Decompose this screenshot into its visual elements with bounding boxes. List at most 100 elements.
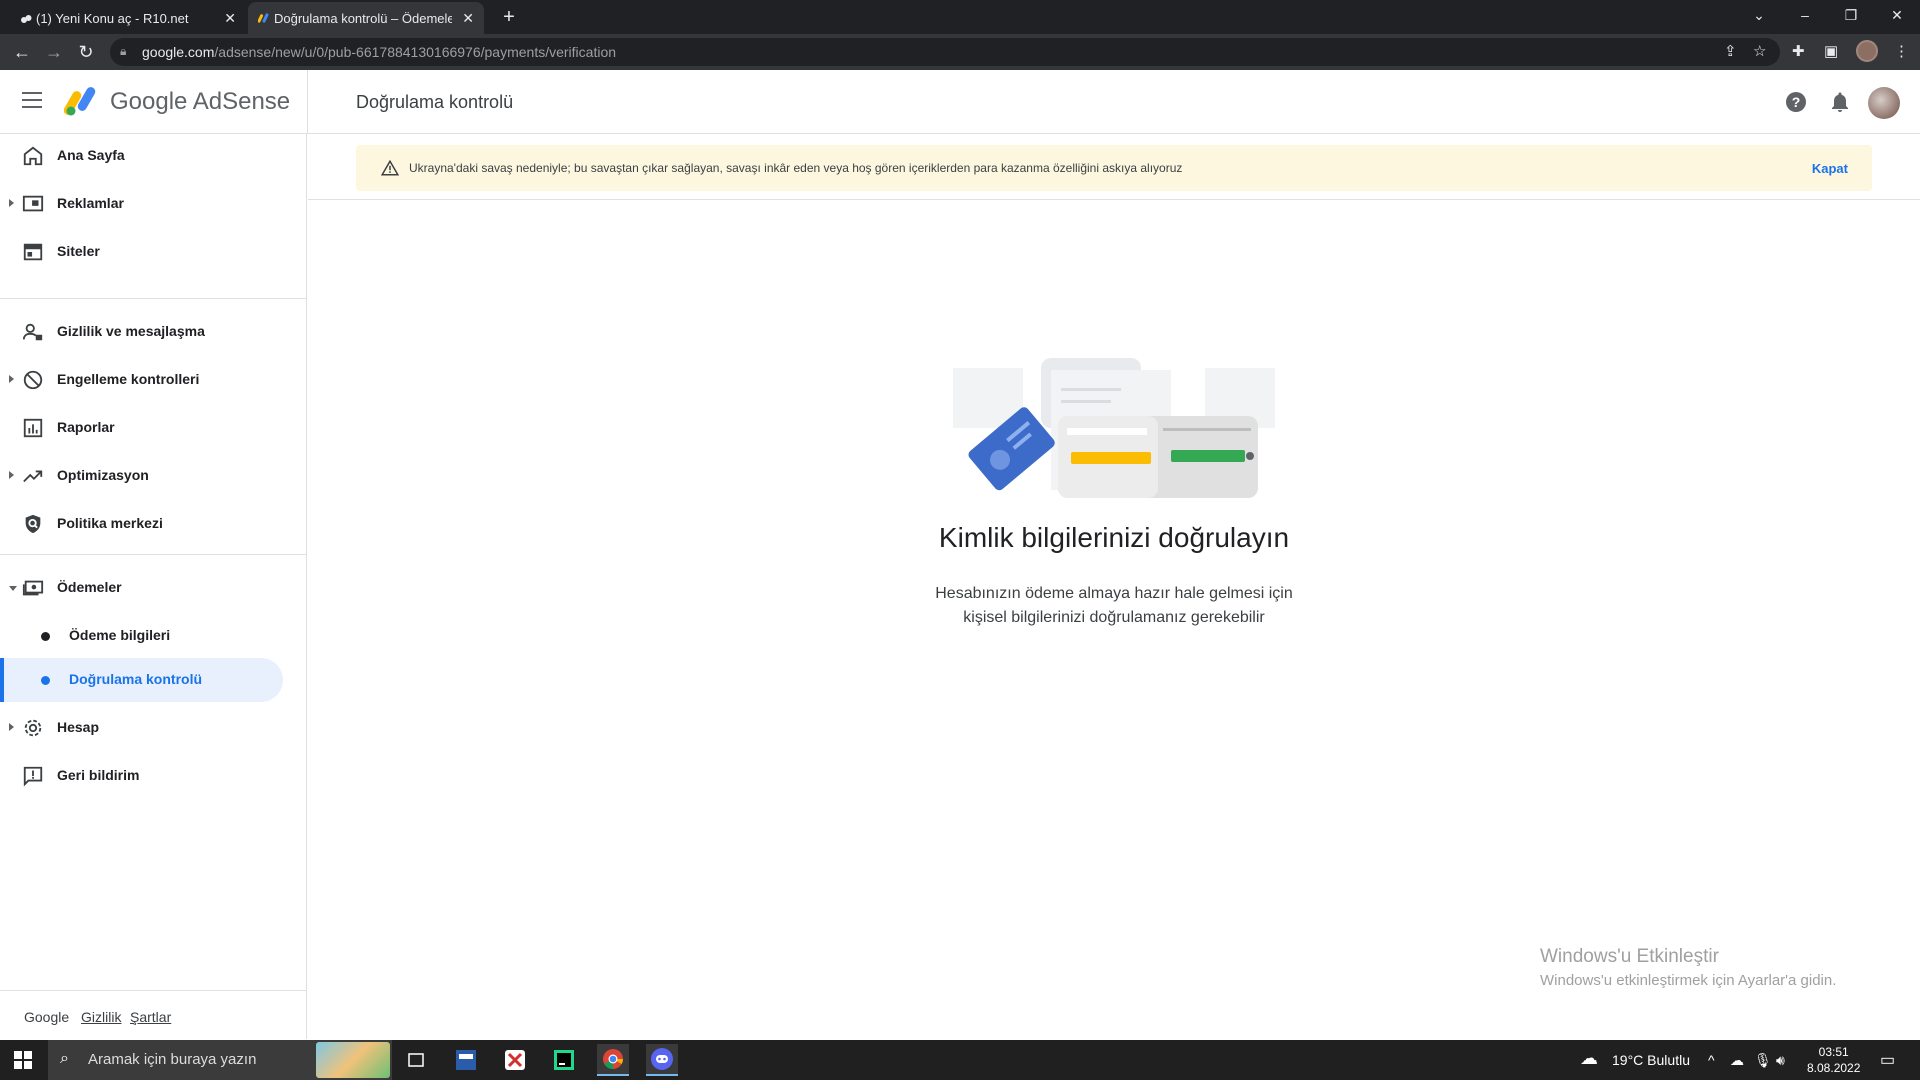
sidebar-item-home[interactable]: Ana Sayfa (0, 134, 300, 178)
sidebar-divider (0, 554, 307, 555)
browser-profile-avatar[interactable] (1856, 40, 1878, 62)
tray-expand-icon[interactable]: ^ (1708, 1052, 1715, 1068)
restore-button[interactable]: ❐ (1828, 0, 1874, 34)
sidebar-item-label: Engelleme kontrolleri (57, 371, 200, 387)
tab-close-icon[interactable]: ✕ (462, 10, 474, 27)
sidebar-item-label: Reklamlar (57, 195, 124, 211)
bullet-icon (41, 632, 50, 641)
expand-arrow-icon (9, 375, 14, 383)
reload-button[interactable]: ↻ (74, 40, 98, 64)
pycharm-app-icon[interactable] (548, 1044, 580, 1076)
minimize-button[interactable]: – (1782, 0, 1828, 34)
new-tab-button[interactable]: + (496, 4, 522, 30)
sidebar-item-account[interactable]: Hesap (0, 706, 300, 750)
sidebar-item-label: Gizlilik ve mesajlaşma (57, 323, 205, 339)
microphone-icon[interactable]: 🎙︎ (1754, 1052, 1772, 1069)
collapse-arrow-icon (9, 586, 17, 591)
expand-arrow-icon (9, 471, 14, 479)
home-icon (23, 146, 43, 166)
forward-button[interactable]: → (42, 40, 66, 64)
browser-tab-strip: (1) Yeni Konu aç - R10.net ✕ Doğrulama k… (0, 0, 1920, 34)
notifications-bell-icon[interactable] (1828, 90, 1852, 114)
weather-text[interactable]: 19°C Bulutlu (1612, 1052, 1690, 1068)
warning-icon (381, 159, 399, 176)
tab-close-icon[interactable]: ✕ (224, 10, 236, 27)
search-icon: ⌕ (60, 1050, 69, 1067)
volume-icon[interactable]: 🔊︎ (1776, 1052, 1785, 1069)
sidebar-footer: Google Gizlilik Şartlar (0, 990, 307, 1039)
verification-heading: Kimlik bilgilerinizi doğrulayın (938, 522, 1290, 553)
sidebar-item-policy-center[interactable]: Politika merkezi (0, 502, 300, 546)
bookmark-star-icon[interactable]: ☆ (1753, 42, 1766, 60)
identity-verification-illustration (953, 358, 1275, 498)
sidebar: Ana Sayfa Reklamlar Siteler Gizlilik ve … (0, 134, 307, 1039)
devcpp-app-icon[interactable] (450, 1044, 482, 1076)
sidebar-item-label: Doğrulama kontrolü (69, 671, 203, 687)
share-icon[interactable]: ⇪ (1724, 42, 1737, 60)
sidebar-item-label: Ödeme bilgileri (69, 627, 171, 643)
payments-icon (22, 580, 44, 596)
adsense-logo-icon (64, 87, 96, 116)
banner-close-button[interactable]: Kapat (1812, 161, 1848, 176)
optimization-icon (23, 470, 43, 483)
sidebar-item-reports[interactable]: Raporlar (0, 406, 300, 450)
browser-menu-icon[interactable]: ⋮ (1894, 42, 1909, 60)
sidebar-item-sites[interactable]: Siteler (0, 230, 300, 274)
tab-r10[interactable]: (1) Yeni Konu aç - R10.net ✕ (10, 2, 246, 34)
taskbar-clock[interactable]: 03:51 8.08.2022 (1807, 1044, 1860, 1076)
activation-subtitle: Windows'u etkinleştirmek için Ayarlar'a … (1540, 972, 1837, 989)
discord-app-icon[interactable] (646, 1044, 678, 1076)
footer-terms-link[interactable]: Şartlar (130, 1009, 171, 1025)
windows-start-icon[interactable] (14, 1051, 32, 1069)
adsense-header: Google AdSense Doğrulama kontrolü ? (0, 70, 1920, 134)
side-panel-icon[interactable]: ▣ (1824, 42, 1838, 60)
block-icon (23, 370, 43, 390)
expand-arrow-icon (9, 723, 14, 731)
gear-icon (24, 719, 42, 737)
xampp-app-icon[interactable] (499, 1044, 531, 1076)
logo-text: Google AdSense (110, 88, 291, 115)
account-avatar[interactable] (1868, 87, 1900, 119)
description-line-2: kişisel bilgilerinizi doğrulamanız gerek… (963, 609, 1265, 626)
tab-adsense[interactable]: Doğrulama kontrolü – Ödemeler ✕ (248, 2, 484, 34)
bullet-icon (41, 676, 50, 685)
back-button[interactable]: ← (10, 40, 34, 64)
windows-activation-watermark: Windows'u Etkinleştir Windows'u etkinleş… (1540, 946, 1836, 989)
sidebar-item-payment-info[interactable]: Ödeme bilgileri (0, 614, 300, 658)
sidebar-item-label: Politika merkezi (57, 515, 163, 531)
announcement-banner: Ukrayna'daki savaş nedeniyle; bu savaşta… (356, 145, 1872, 191)
sidebar-item-privacy[interactable]: Gizlilik ve mesajlaşma (0, 310, 300, 354)
task-view-icon[interactable] (400, 1044, 432, 1076)
footer-privacy-link[interactable]: Gizlilik (81, 1009, 121, 1025)
address-bar[interactable]: 🔒︎ google.com/adsense/new/u/0/pub-661788… (110, 38, 1780, 66)
sidebar-item-label: Hesap (57, 719, 100, 735)
lock-icon: 🔒︎ (120, 44, 127, 58)
sites-icon (23, 243, 43, 261)
taskbar-search-box[interactable]: ⌕ Aramak için buraya yazın (48, 1040, 392, 1080)
svg-text:?: ? (1792, 94, 1801, 110)
verification-description: Hesabınızın ödeme almaya hazır hale gelm… (800, 582, 1428, 630)
notifications-center-icon[interactable]: ▭ (1880, 1050, 1895, 1070)
banner-divider (308, 199, 1920, 200)
tab-search-icon[interactable]: ⌄ (1736, 0, 1782, 34)
sidebar-item-ads[interactable]: Reklamlar (0, 182, 300, 226)
sidebar-item-label: Siteler (57, 243, 100, 259)
banner-text: Ukrayna'daki savaş nedeniyle; bu savaşta… (409, 161, 1183, 175)
sidebar-item-optimization[interactable]: Optimizasyon (0, 454, 300, 498)
chrome-app-icon[interactable] (597, 1044, 629, 1076)
sidebar-item-feedback[interactable]: Geri bildirim (0, 754, 300, 798)
help-icon[interactable]: ? (1784, 90, 1808, 114)
reports-icon (23, 418, 43, 438)
extensions-icon[interactable]: ✚ (1792, 42, 1805, 60)
page-title: Doğrulama kontrolü (356, 92, 514, 112)
window-close-button[interactable]: ✕ (1874, 0, 1920, 34)
hamburger-menu-icon[interactable] (22, 92, 42, 110)
sidebar-item-label: Ana Sayfa (57, 147, 125, 163)
sidebar-item-verification[interactable]: Doğrulama kontrolü (0, 658, 283, 702)
sidebar-item-payments[interactable]: Ödemeler (0, 566, 300, 610)
activation-title: Windows'u Etkinleştir (1540, 946, 1719, 967)
sidebar-item-blocking[interactable]: Engelleme kontrolleri (0, 358, 300, 402)
browser-toolbar: ← → ↻ 🔒︎ google.com/adsense/new/u/0/pub-… (0, 34, 1920, 70)
onedrive-icon[interactable]: ☁ (1730, 1052, 1744, 1069)
description-line-1: Hesabınızın ödeme almaya hazır hale gelm… (935, 585, 1293, 602)
